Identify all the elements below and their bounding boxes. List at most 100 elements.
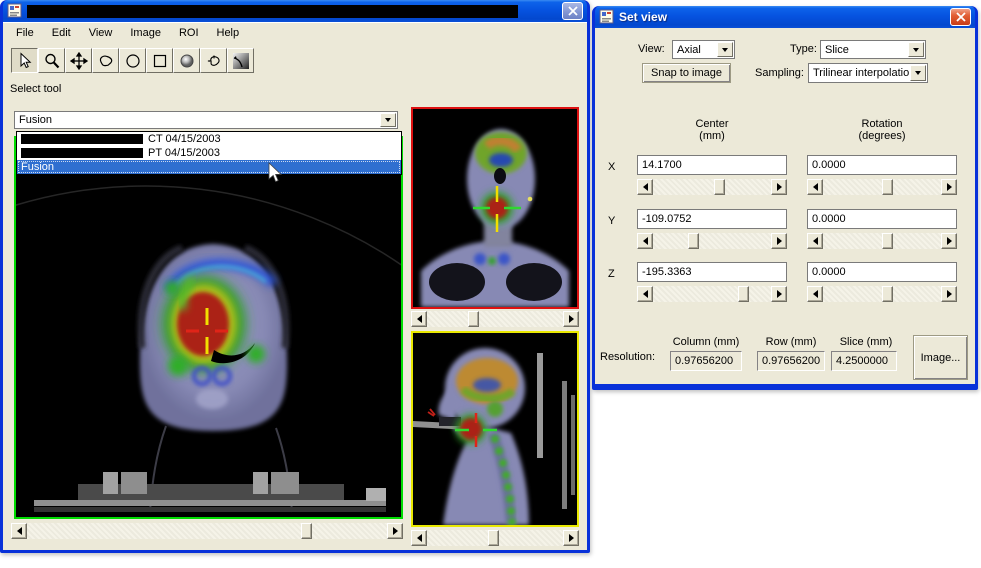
type-combobox-value: Slice [825, 43, 849, 56]
menu-file[interactable]: File [7, 25, 43, 41]
scroll-thumb[interactable] [467, 311, 479, 327]
combo-dropdown-button[interactable] [380, 113, 396, 127]
nudge-tool-button[interactable] [200, 48, 227, 73]
viewer-titlebar[interactable] [3, 0, 587, 22]
set-view-titlebar[interactable]: Set view [595, 6, 975, 28]
sagittal-scrollbar[interactable] [411, 530, 579, 546]
scroll-track[interactable] [653, 179, 771, 195]
list-item-ct[interactable]: CT 04/15/2003 [17, 132, 401, 146]
axial-fusion-view[interactable] [14, 136, 403, 519]
scroll-left-button[interactable] [637, 233, 653, 249]
scroll-thumb[interactable] [737, 286, 749, 302]
scroll-left-button[interactable] [411, 530, 427, 546]
scroll-track[interactable] [823, 286, 941, 302]
z-rotation-input[interactable] [807, 262, 957, 282]
y-center-input[interactable] [637, 209, 787, 229]
arrow-right-icon [776, 290, 782, 298]
scroll-thumb[interactable] [882, 286, 893, 302]
coronal-fusion-view[interactable] [411, 107, 579, 309]
scroll-right-button[interactable] [771, 179, 787, 195]
scroll-thumb[interactable] [882, 233, 893, 249]
axis-y-label: Y [608, 215, 616, 227]
scroll-track[interactable] [823, 233, 941, 249]
scroll-right-button[interactable] [941, 286, 957, 302]
list-item-pt[interactable]: PT 04/15/2003 [17, 146, 401, 160]
set-view-window: Set view View: Axial Type: Slice Snap to… [592, 6, 978, 390]
scroll-thumb[interactable] [300, 523, 312, 539]
scroll-right-button[interactable] [563, 530, 579, 546]
scroll-left-button[interactable] [807, 179, 823, 195]
x-rotation-slider[interactable] [807, 179, 957, 195]
view-combobox[interactable]: Axial [672, 40, 735, 59]
coronal-scrollbar[interactable] [411, 311, 579, 327]
scroll-track[interactable] [427, 530, 563, 546]
y-center-slider[interactable] [637, 233, 787, 249]
rotation-header: Rotation (degrees) [858, 118, 906, 142]
zoom-tool-button[interactable] [38, 48, 65, 73]
axial-scrollbar[interactable] [11, 523, 403, 539]
window-level-tool-button[interactable] [227, 48, 254, 73]
redacted-window-title [27, 4, 518, 18]
menu-edit[interactable]: Edit [43, 25, 80, 41]
resolution-row-value: 0.97656200 [757, 351, 825, 371]
pan-tool-button[interactable] [65, 48, 92, 73]
list-item-fusion[interactable]: Fusion [17, 160, 401, 174]
x-rotation-input[interactable] [807, 155, 957, 175]
set-view-close-button[interactable] [950, 8, 971, 26]
arrow-left-icon [642, 183, 648, 191]
y-rotation-input[interactable] [807, 209, 957, 229]
sphere-roi-tool-button[interactable] [173, 48, 200, 73]
scroll-thumb[interactable] [688, 233, 700, 249]
scroll-right-button[interactable] [771, 286, 787, 302]
pointer-tool-button[interactable] [11, 48, 38, 73]
x-center-input[interactable] [637, 155, 787, 175]
scroll-track[interactable] [27, 523, 387, 539]
menu-help[interactable]: Help [208, 25, 249, 41]
scroll-left-button[interactable] [11, 523, 27, 539]
scroll-left-button[interactable] [807, 286, 823, 302]
scroll-thumb[interactable] [714, 179, 726, 195]
menu-roi[interactable]: ROI [170, 25, 208, 41]
close-icon [955, 12, 966, 22]
scroll-thumb[interactable] [488, 530, 500, 546]
y-rotation-slider[interactable] [807, 233, 957, 249]
resolution-slice-header: Slice (mm) [839, 336, 893, 348]
scroll-track[interactable] [427, 311, 563, 327]
x-center-slider[interactable] [637, 179, 787, 195]
image-button[interactable]: Image... [913, 335, 968, 380]
combo-dropdown-button[interactable] [910, 65, 926, 81]
snap-to-image-button[interactable]: Snap to image [642, 63, 731, 83]
z-center-input[interactable] [637, 262, 787, 282]
scroll-right-button[interactable] [563, 311, 579, 327]
menu-view[interactable]: View [80, 25, 122, 41]
combo-dropdown-button[interactable] [908, 42, 924, 57]
scroll-right-button[interactable] [387, 523, 403, 539]
arrow-right-icon [946, 237, 952, 245]
scroll-right-button[interactable] [941, 179, 957, 195]
scroll-left-button[interactable] [637, 286, 653, 302]
sagittal-fusion-view[interactable] [411, 331, 579, 527]
type-combobox[interactable]: Slice [820, 40, 926, 59]
z-center-slider[interactable] [637, 286, 787, 302]
rectangle-roi-tool-button[interactable] [146, 48, 173, 73]
scroll-right-button[interactable] [941, 233, 957, 249]
freehand-roi-tool-button[interactable] [92, 48, 119, 73]
scroll-thumb[interactable] [882, 179, 893, 195]
scroll-left-button[interactable] [637, 179, 653, 195]
arrow-left-icon [416, 315, 422, 323]
menu-image[interactable]: Image [121, 25, 170, 41]
z-rotation-slider[interactable] [807, 286, 957, 302]
layer-combobox[interactable]: Fusion [14, 111, 398, 129]
scroll-track[interactable] [653, 286, 771, 302]
sagittal-fusion-image [413, 333, 577, 525]
ellipse-roi-tool-button[interactable] [119, 48, 146, 73]
sampling-combobox[interactable]: Trilinear interpolation [808, 63, 928, 83]
list-item-label: CT 04/15/2003 [148, 133, 221, 145]
scroll-right-button[interactable] [771, 233, 787, 249]
combo-dropdown-button[interactable] [717, 42, 733, 57]
scroll-left-button[interactable] [807, 233, 823, 249]
scroll-left-button[interactable] [411, 311, 427, 327]
scroll-track[interactable] [653, 233, 771, 249]
viewer-close-button[interactable] [562, 2, 583, 20]
scroll-track[interactable] [823, 179, 941, 195]
